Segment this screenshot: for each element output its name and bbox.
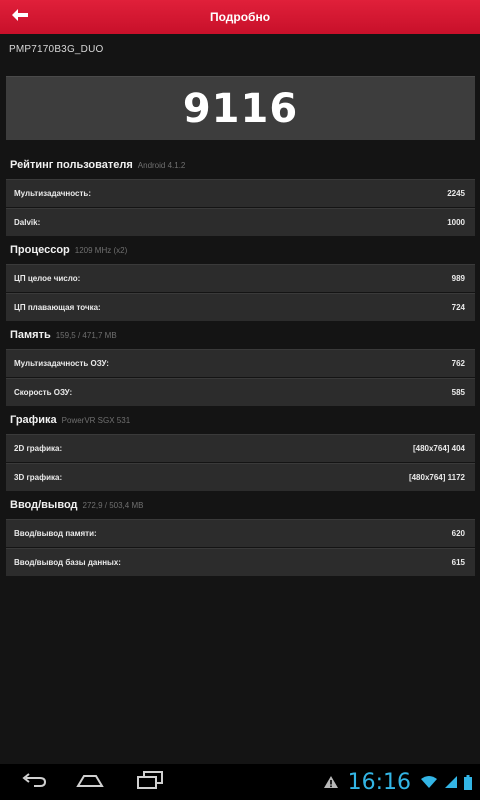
result-row-ram-speed: Скорость ОЗУ: 585 bbox=[6, 378, 475, 406]
section-header-memory: Память 159,5 / 471,7 MB bbox=[10, 329, 117, 347]
result-row-2d-graphics: 2D графика: [480x764] 404 bbox=[6, 434, 475, 462]
result-row-ram-multitasking: Мультизадачность ОЗУ: 762 bbox=[6, 349, 475, 377]
section-header-io: Ввод/вывод 272,9 / 503,4 MB bbox=[10, 499, 143, 517]
row-label: Dalvik: bbox=[14, 218, 41, 227]
nav-home-button[interactable] bbox=[70, 768, 110, 796]
row-value: 1000 bbox=[447, 218, 465, 227]
row-value: 2245 bbox=[447, 189, 465, 198]
recents-nav-icon bbox=[136, 770, 164, 794]
section-title: Рейтинг пользователя bbox=[10, 159, 133, 171]
section-title: Память bbox=[10, 329, 51, 341]
row-value: 724 bbox=[451, 303, 465, 312]
clock: 16:16 bbox=[347, 769, 411, 795]
signal-icon bbox=[444, 775, 458, 789]
warning-icon bbox=[323, 775, 339, 789]
result-row-dalvik: Dalvik: 1000 bbox=[6, 208, 475, 236]
nav-recents-button[interactable] bbox=[130, 768, 170, 796]
result-row-3d-graphics: 3D графика: [480x764] 1172 bbox=[6, 463, 475, 491]
back-arrow-icon bbox=[11, 8, 29, 27]
section-subtitle: 1209 MHz (x2) bbox=[74, 246, 128, 255]
row-label: Ввод/вывод базы данных: bbox=[14, 558, 121, 567]
section-header-user-rating: Рейтинг пользователя Android 4.1.2 bbox=[10, 159, 185, 177]
wifi-icon bbox=[420, 775, 438, 789]
section-subtitle: Android 4.1.2 bbox=[137, 161, 186, 170]
row-value: 989 bbox=[451, 274, 465, 283]
row-value: 762 bbox=[451, 359, 465, 368]
section-header-graphics: Графика PowerVR SGX 531 bbox=[10, 414, 130, 432]
row-label: ЦП плавающая точка: bbox=[14, 303, 101, 312]
back-nav-icon bbox=[20, 772, 48, 793]
total-score: 9116 bbox=[182, 85, 299, 132]
action-bar: Подробно bbox=[0, 0, 480, 34]
result-row-cpu-integer: ЦП целое число: 989 bbox=[6, 264, 475, 292]
row-value: [480x764] 404 bbox=[412, 444, 465, 453]
row-label: Ввод/вывод памяти: bbox=[14, 529, 97, 538]
section-title: Ввод/вывод bbox=[10, 499, 78, 511]
section-subtitle: 159,5 / 471,7 MB bbox=[55, 331, 117, 340]
row-label: 3D графика: bbox=[14, 473, 63, 482]
result-row-multitasking: Мультизадачность: 2245 bbox=[6, 179, 475, 207]
result-row-database-io: Ввод/вывод базы данных: 615 bbox=[6, 548, 475, 576]
back-button[interactable] bbox=[0, 0, 40, 34]
device-name: PMP7170B3G_DUO bbox=[9, 44, 104, 55]
row-label: Скорость ОЗУ: bbox=[14, 388, 73, 397]
section-header-processor: Процессор 1209 MHz (x2) bbox=[10, 244, 127, 262]
total-score-box: 9116 bbox=[6, 76, 475, 140]
row-label: 2D графика: bbox=[14, 444, 63, 453]
result-row-cpu-float: ЦП плавающая точка: 724 bbox=[6, 293, 475, 321]
row-value: 615 bbox=[451, 558, 465, 567]
home-nav-icon bbox=[75, 772, 105, 793]
row-value: 620 bbox=[451, 529, 465, 538]
row-value: [480x764] 1172 bbox=[408, 473, 465, 482]
row-label: Мультизадачность ОЗУ: bbox=[14, 359, 109, 368]
section-subtitle: 272,9 / 503,4 MB bbox=[82, 501, 144, 510]
result-row-memory-io: Ввод/вывод памяти: 620 bbox=[6, 519, 475, 547]
page-title: Подробно bbox=[209, 10, 271, 24]
section-subtitle: PowerVR SGX 531 bbox=[61, 416, 131, 425]
section-title: Графика bbox=[10, 414, 57, 426]
system-bar: 16:16 bbox=[0, 764, 480, 800]
row-label: Мультизадачность: bbox=[14, 189, 91, 198]
battery-icon bbox=[464, 774, 472, 790]
section-title: Процессор bbox=[10, 244, 70, 256]
nav-back-button[interactable] bbox=[14, 768, 54, 796]
status-area[interactable]: 16:16 bbox=[320, 764, 480, 800]
row-label: ЦП целое число: bbox=[14, 274, 81, 283]
row-value: 585 bbox=[451, 388, 465, 397]
